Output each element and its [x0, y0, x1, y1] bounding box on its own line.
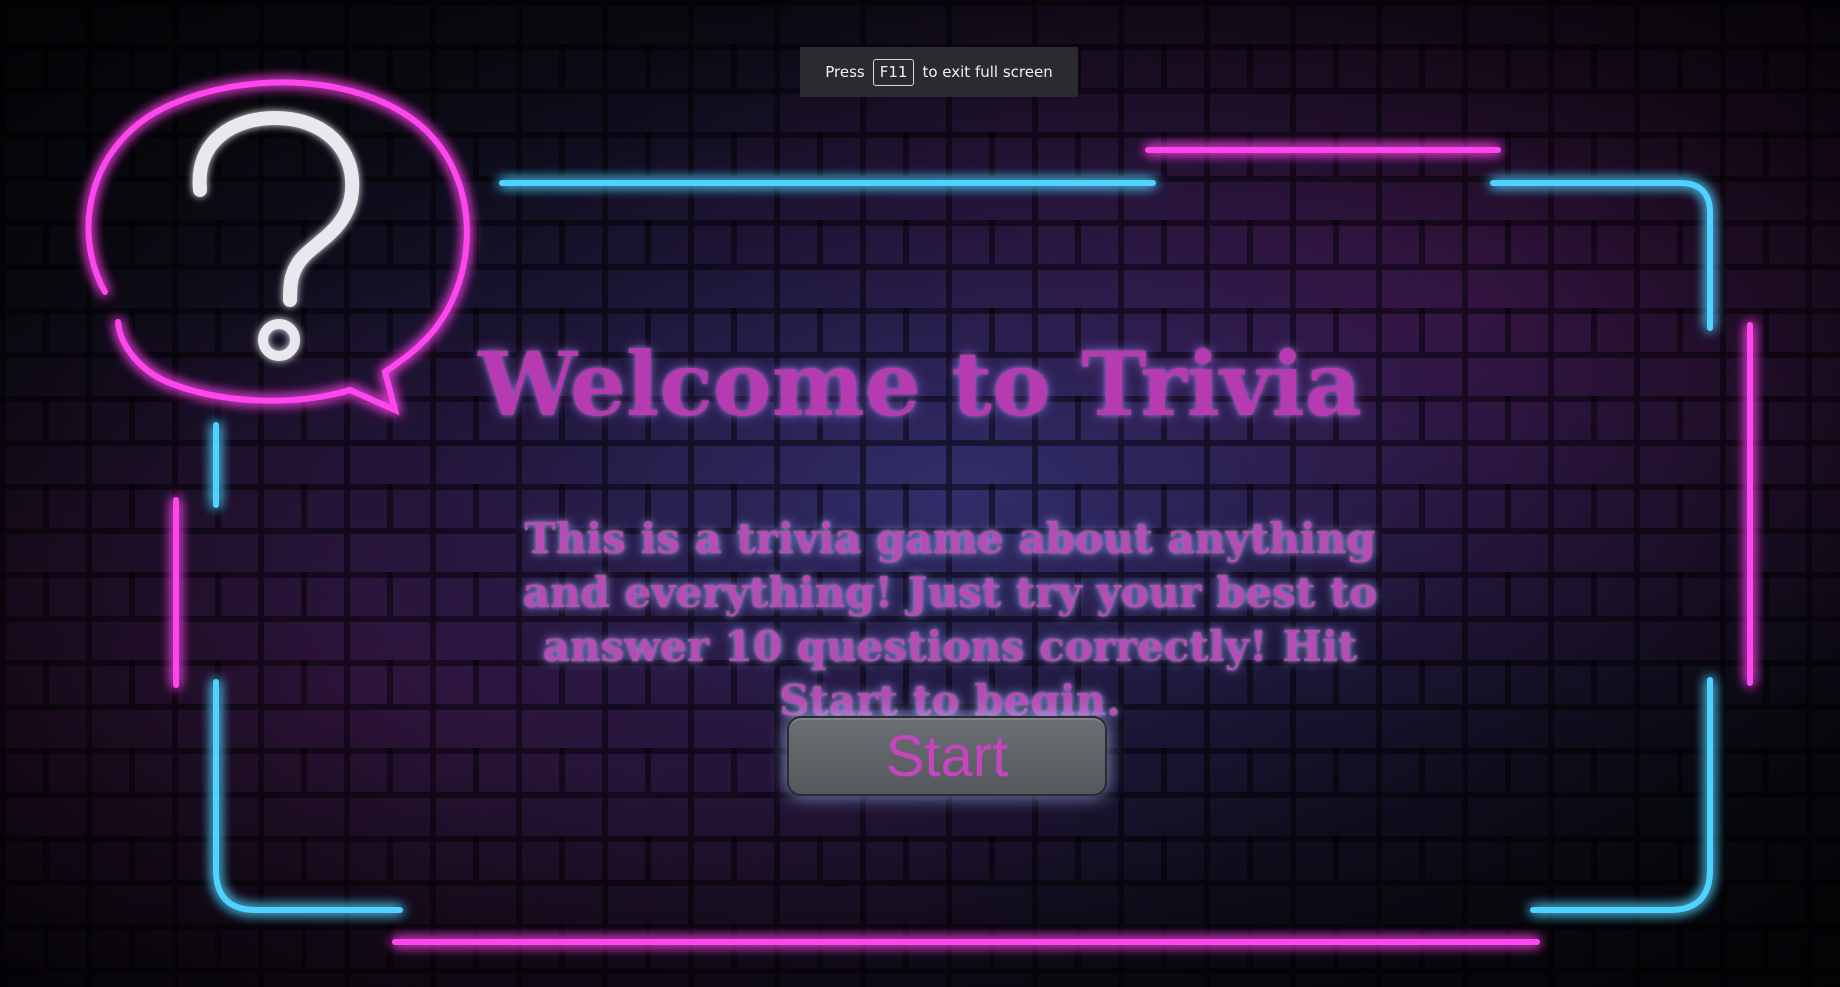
game-description: This is a trivia game about anything and…: [522, 514, 1378, 725]
trivia-stage: Press F11 to exit full screen Welcome to…: [0, 0, 1840, 987]
fullscreen-notice: Press F11 to exit full screen: [800, 47, 1078, 97]
neon-frame: [85, 79, 1753, 945]
page-title: Welcome to Trivia: [478, 332, 1362, 436]
blue-bottom-left-corner: [213, 679, 403, 913]
start-button[interactable]: Start: [787, 716, 1107, 796]
fullscreen-notice-suffix: to exit full screen: [922, 63, 1053, 81]
fullscreen-notice-prefix: Press: [825, 63, 865, 81]
blue-top-right-corner: [1490, 180, 1713, 331]
f11-key-badge: F11: [872, 58, 915, 86]
blue-bottom-right-corner: [1530, 677, 1713, 913]
